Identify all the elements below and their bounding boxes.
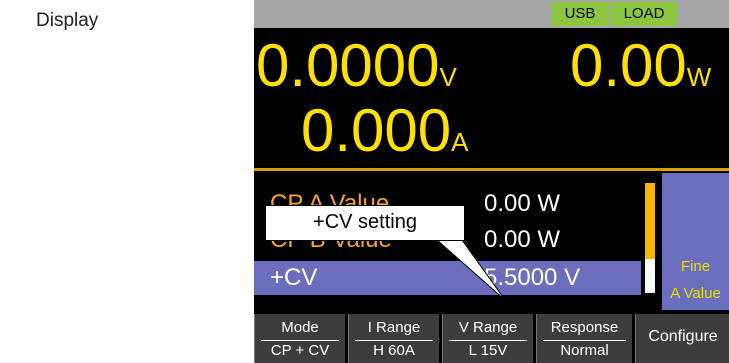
voltage-unit: V <box>439 62 457 92</box>
softkey-divider <box>543 340 626 341</box>
fine-label: Fine <box>680 258 711 275</box>
softkey-divider <box>449 340 527 341</box>
instrument-screen: USB LOAD 0.0000V 0.00W 0.000A CP A Value… <box>254 0 729 363</box>
current-readout: 0.000A <box>301 101 469 161</box>
softkey-bar: Mode CP + CV I Range H 60A V Range L 15V… <box>254 314 729 363</box>
power-value: 0.00 <box>570 32 687 99</box>
scrollbar-thumb[interactable] <box>645 183 655 259</box>
power-unit: W <box>686 62 712 92</box>
list-item-value: 0.00 W <box>484 226 561 253</box>
list-item-cv-selected[interactable]: +CV 5.5000 V <box>254 261 641 295</box>
load-status-badge: LOAD <box>611 2 677 26</box>
response-softkey[interactable]: Response Normal <box>536 314 632 363</box>
current-unit: A <box>451 127 469 157</box>
v-range-softkey[interactable]: V Range L 15V <box>442 314 533 363</box>
current-value: 0.000 <box>301 97 452 164</box>
softkey-divider <box>261 340 339 341</box>
softkey-title: Response <box>550 319 619 336</box>
voltage-readout: 0.0000V <box>256 36 457 96</box>
softkey-value: Normal <box>560 342 609 359</box>
status-bar: USB LOAD <box>254 0 729 28</box>
fine-a-value-panel[interactable]: Fine A Value <box>662 173 729 310</box>
softkey-title: I Range <box>367 319 421 336</box>
softkey-title: Mode <box>281 319 319 336</box>
softkey-title: V Range <box>458 319 518 336</box>
usb-status-badge: USB <box>551 2 609 26</box>
divider <box>254 168 729 171</box>
cv-setting-callout: +CV setting <box>265 205 465 241</box>
list-item-value: 0.00 W <box>484 190 561 217</box>
a-value-label: A Value <box>670 285 721 302</box>
settings-list: CP A Value 0.00 W CP B Value 0.00 W +CV … <box>254 173 654 310</box>
power-readout: 0.00W <box>570 36 711 96</box>
voltage-value: 0.0000 <box>256 32 440 99</box>
softkey-value: L 15V <box>468 342 508 359</box>
softkey-title: Configure <box>648 328 718 345</box>
softkey-divider <box>355 340 433 341</box>
i-range-softkey[interactable]: I Range H 60A <box>348 314 439 363</box>
mode-softkey[interactable]: Mode CP + CV <box>254 314 345 363</box>
list-item-value: 5.5000 V <box>484 264 581 291</box>
softkey-value: H 60A <box>373 342 415 359</box>
configure-softkey[interactable]: Configure <box>635 314 729 363</box>
softkey-value: CP + CV <box>270 342 330 359</box>
list-item-label: +CV <box>270 264 318 291</box>
display-caption: Display <box>36 10 99 31</box>
